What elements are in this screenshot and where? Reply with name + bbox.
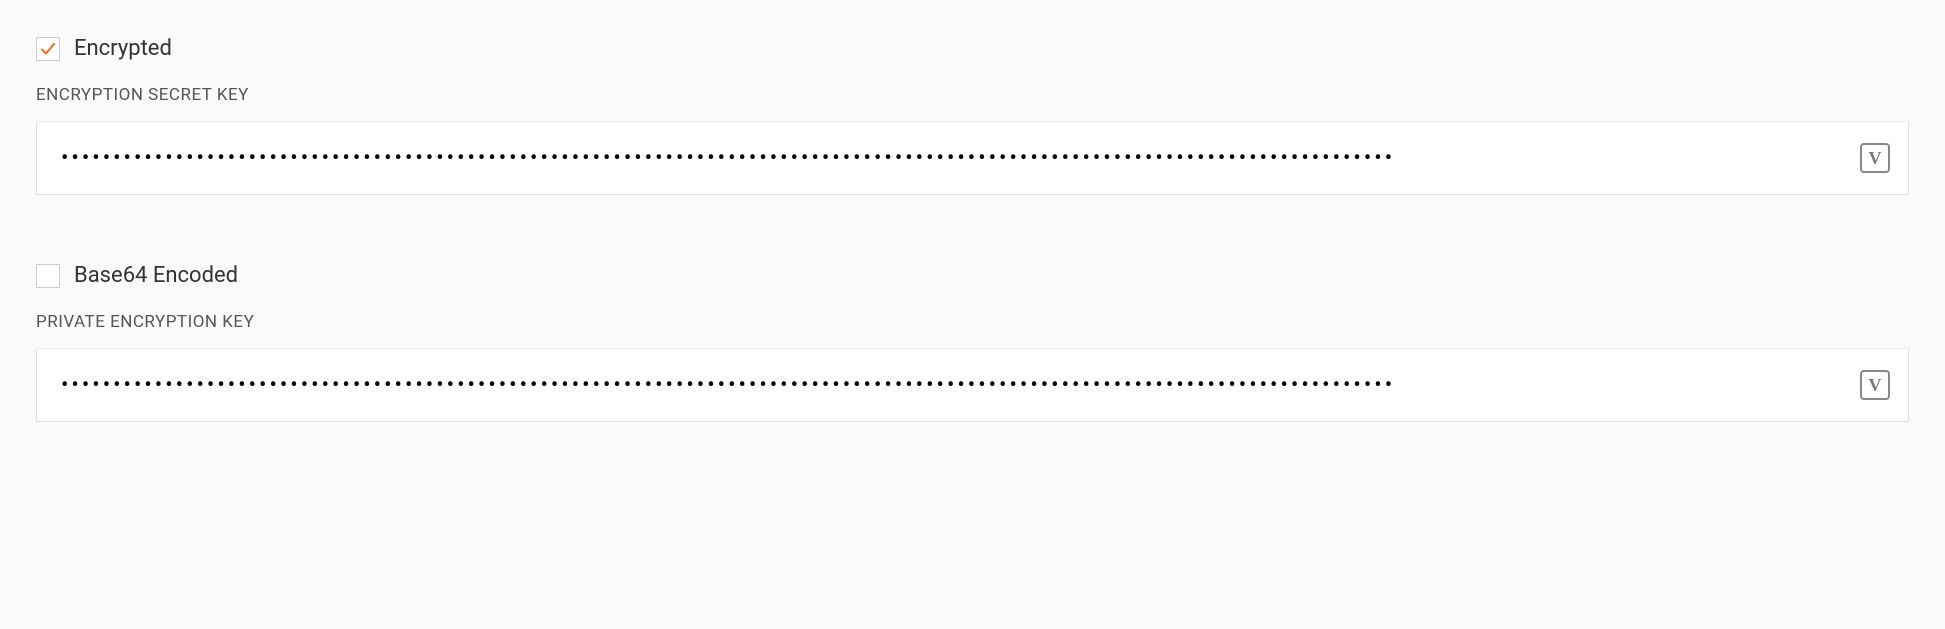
encrypted-checkbox-row: Encrypted (36, 36, 1909, 61)
vault-icon: V (1869, 376, 1882, 394)
base64-group: Base64 Encoded PRIVATE ENCRYPTION KEY V (36, 263, 1909, 422)
vault-button[interactable]: V (1860, 370, 1890, 400)
encrypted-checkbox[interactable] (36, 37, 60, 61)
check-icon (39, 40, 57, 58)
private-encryption-key-label: PRIVATE ENCRYPTION KEY (36, 312, 1909, 332)
encryption-secret-key-label: ENCRYPTION SECRET KEY (36, 85, 1909, 105)
base64-checkbox-row: Base64 Encoded (36, 263, 1909, 288)
private-encryption-key-input-wrap: V (36, 348, 1909, 422)
base64-checkbox-label[interactable]: Base64 Encoded (74, 263, 238, 288)
vault-icon: V (1869, 149, 1882, 167)
encryption-secret-key-input-wrap: V (36, 121, 1909, 195)
encryption-secret-key-input[interactable] (37, 122, 1860, 194)
base64-checkbox[interactable] (36, 264, 60, 288)
private-encryption-key-input[interactable] (37, 349, 1860, 421)
encrypted-group: Encrypted ENCRYPTION SECRET KEY V (36, 36, 1909, 195)
vault-button[interactable]: V (1860, 143, 1890, 173)
encrypted-checkbox-label[interactable]: Encrypted (74, 36, 172, 61)
